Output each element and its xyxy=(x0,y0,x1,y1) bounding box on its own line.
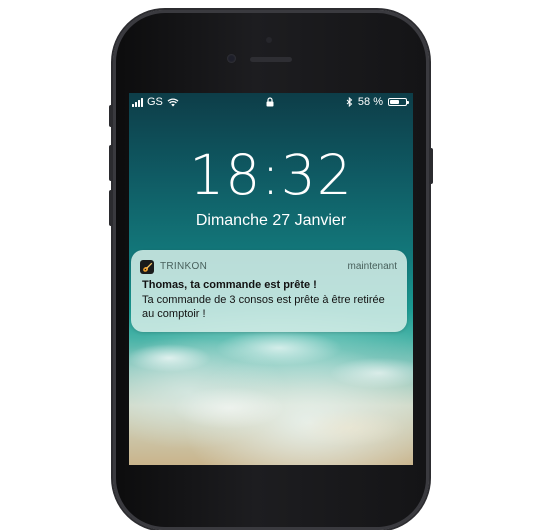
proximity-sensor xyxy=(266,37,272,43)
mute-switch xyxy=(109,105,113,127)
status-bar: GS 58 % xyxy=(129,96,413,110)
bluetooth-icon xyxy=(346,97,353,107)
battery-level xyxy=(390,100,399,104)
notification-body: Ta commande de 3 consos est prête à être… xyxy=(142,294,385,320)
volume-down-button xyxy=(109,190,113,226)
notification-header: TRINKON maintenant xyxy=(140,260,397,274)
power-button xyxy=(429,148,433,184)
notification-app-name: TRINKON xyxy=(160,261,208,272)
notification-time: maintenant xyxy=(347,261,397,272)
wifi-icon xyxy=(167,97,179,106)
carrier-name: GS xyxy=(147,96,163,108)
battery-percent: 58 % xyxy=(357,96,383,108)
wallpaper-waves xyxy=(129,328,413,465)
lock-screen-time: 18:32 xyxy=(189,143,353,207)
volume-up-button xyxy=(109,145,113,181)
earpiece-speaker xyxy=(250,57,292,62)
notification-title: Thomas, ta commande est prête ! xyxy=(142,279,317,291)
lock-icon xyxy=(266,97,274,107)
guitar-icon xyxy=(140,260,154,274)
front-camera xyxy=(227,54,236,63)
notification-card[interactable]: TRINKON maintenant Thomas, ta commande e… xyxy=(131,250,407,332)
lock-screen-date: Dimanche 27 Janvier xyxy=(195,212,347,229)
battery-icon xyxy=(388,98,409,106)
signal-bars-icon xyxy=(132,97,143,107)
